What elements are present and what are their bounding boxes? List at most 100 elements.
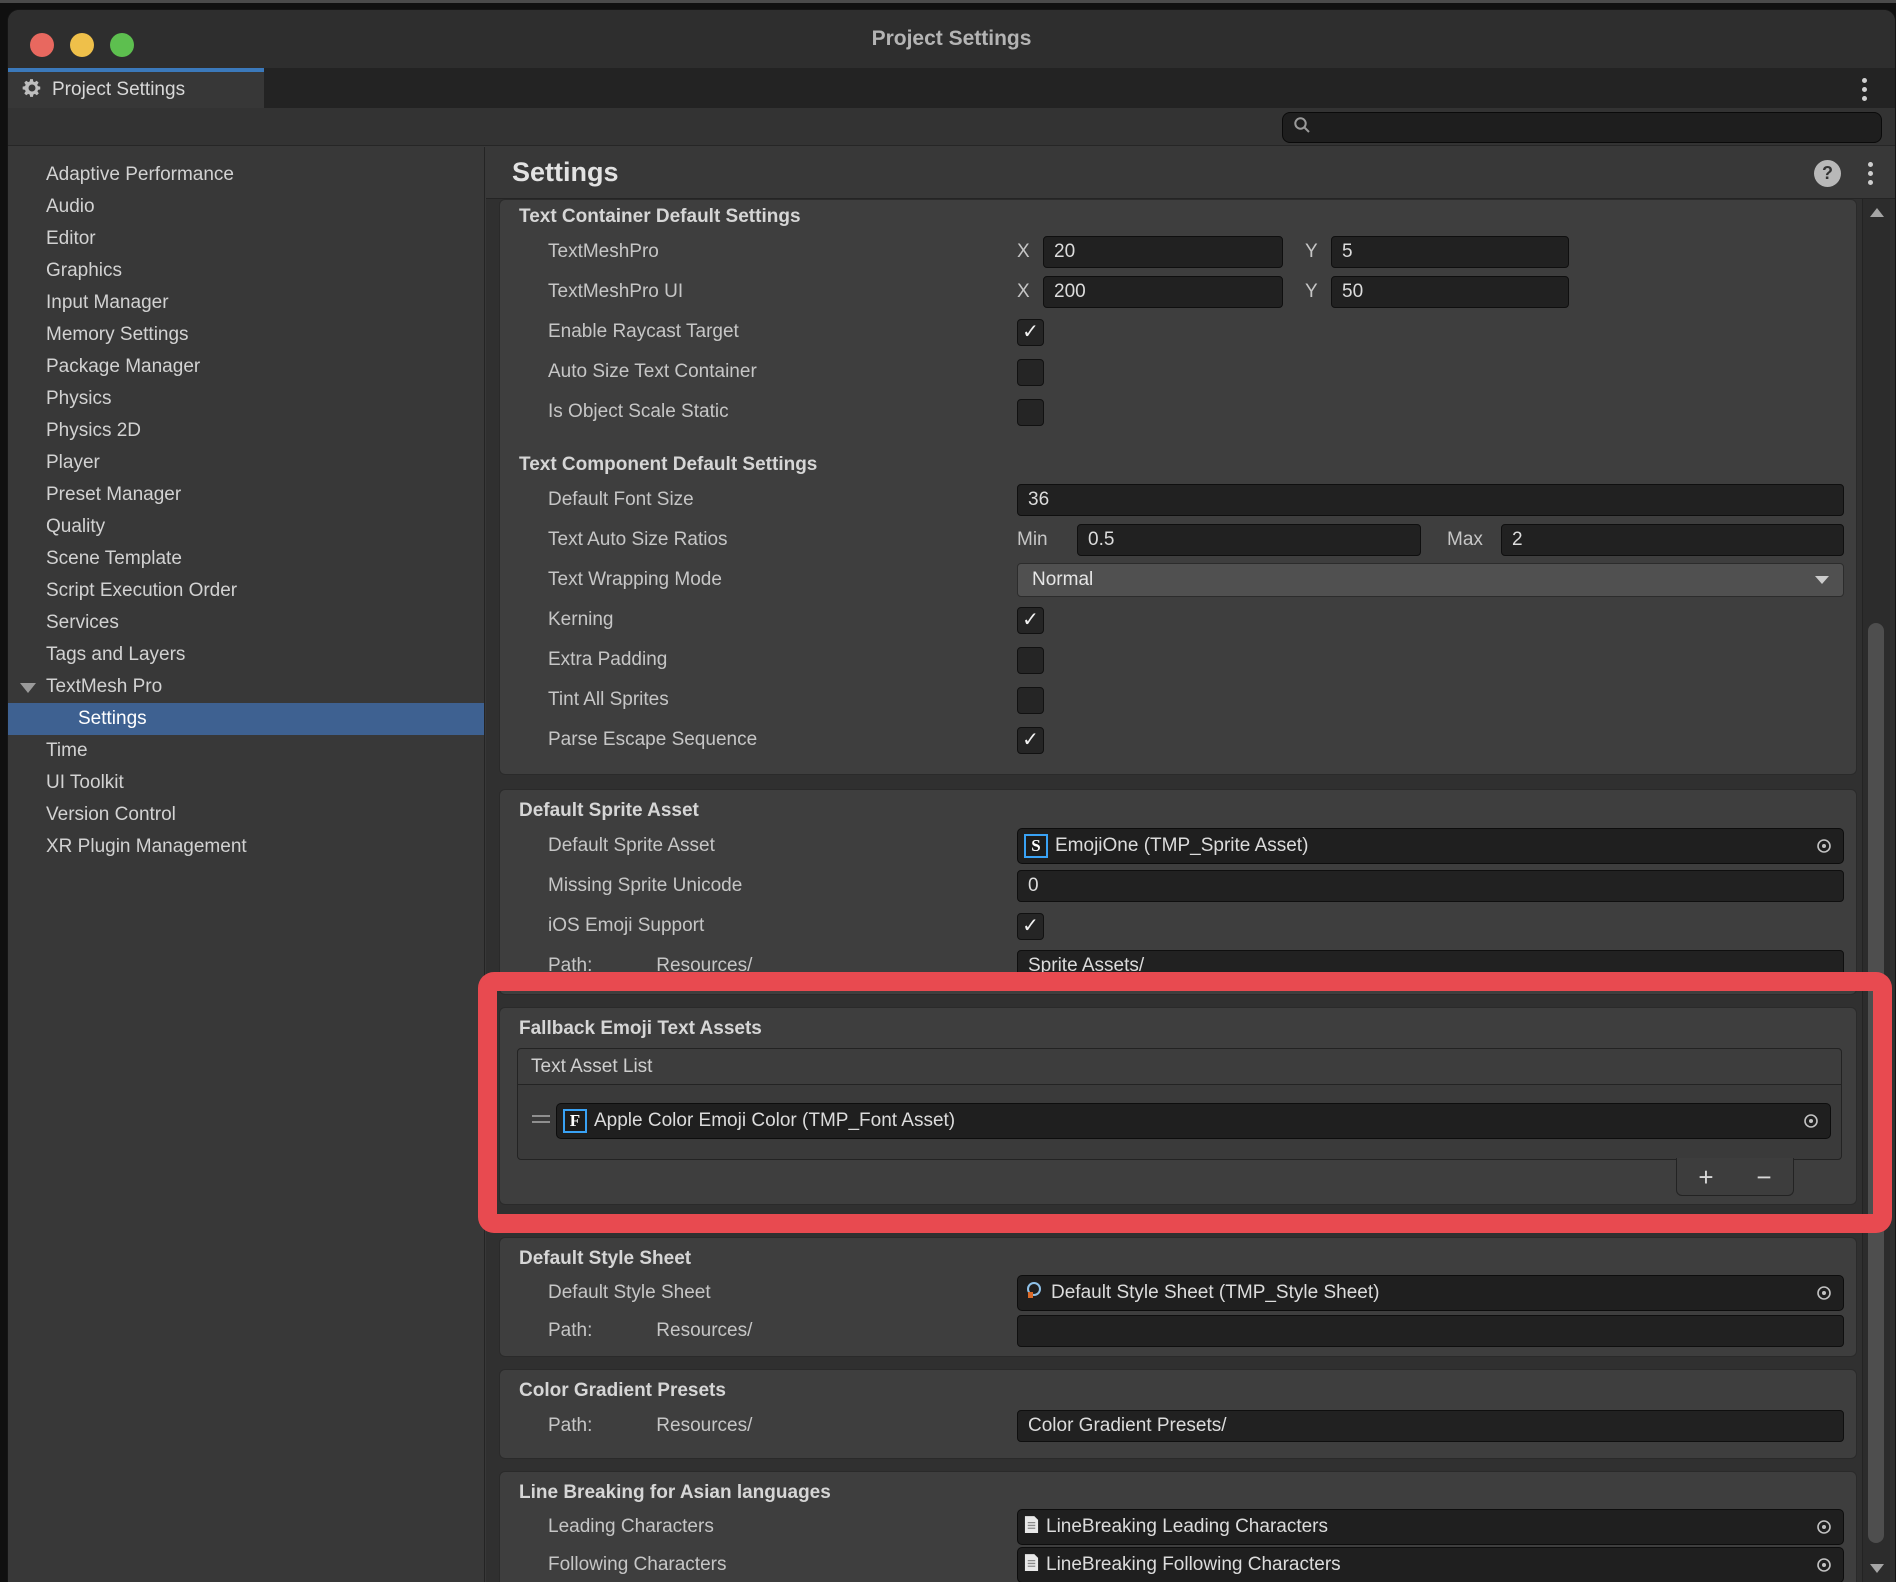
leading-characters-object-field[interactable]: LineBreaking Leading Characters xyxy=(1017,1509,1844,1545)
sprite-path-input[interactable]: Sprite Assets/ xyxy=(1017,950,1844,982)
sidebar-item-services[interactable]: Services xyxy=(8,607,484,639)
field-label: Path: Resources/ xyxy=(548,1415,1017,1437)
path-prefix: Resources/ xyxy=(656,1320,752,1341)
section-title-default-sprite-asset: Default Sprite Asset xyxy=(500,796,1856,826)
remove-item-button[interactable]: − xyxy=(1742,1160,1786,1194)
default-font-size-input[interactable]: 36 xyxy=(1017,484,1844,516)
sidebar-item-textmesh-pro[interactable]: TextMesh Pro xyxy=(8,671,484,703)
object-field-value: LineBreaking Leading Characters xyxy=(1046,1516,1328,1538)
field-label: Kerning xyxy=(548,609,1017,631)
field-label: Leading Characters xyxy=(548,1516,1017,1538)
search-icon xyxy=(1292,115,1312,140)
scrollbar-thumb[interactable] xyxy=(1868,623,1884,1543)
sidebar-item-script-execution-order[interactable]: Script Execution Order xyxy=(8,575,484,607)
section-title-color-gradient-presets: Color Gradient Presets xyxy=(500,1376,1856,1406)
missing-sprite-unicode-input[interactable]: 0 xyxy=(1017,870,1844,902)
extra-padding-checkbox[interactable] xyxy=(1017,647,1044,674)
sidebar-item-memory-settings[interactable]: Memory Settings xyxy=(8,319,484,351)
sidebar-item-preset-manager[interactable]: Preset Manager xyxy=(8,479,484,511)
path-prefix: Resources/ xyxy=(656,955,752,976)
following-characters-object-field[interactable]: LineBreaking Following Characters xyxy=(1017,1547,1844,1582)
search-field[interactable] xyxy=(1282,112,1882,143)
object-picker-icon[interactable] xyxy=(1815,1556,1833,1574)
sidebar-item-quality[interactable]: Quality xyxy=(8,511,484,543)
sidebar-item-settings-selected[interactable]: Settings xyxy=(8,703,484,735)
sidebar-item-audio[interactable]: Audio xyxy=(8,191,484,223)
object-picker-icon[interactable] xyxy=(1802,1112,1820,1130)
settings-category-list: Adaptive Performance Audio Editor Graphi… xyxy=(8,147,485,1582)
object-field-value: Apple Color Emoji Color (TMP_Font Asset) xyxy=(594,1110,955,1132)
minimize-window-button[interactable] xyxy=(70,33,94,57)
field-label: Text Auto Size Ratios xyxy=(548,529,1017,551)
sidebar-item-tags-and-layers[interactable]: Tags and Layers xyxy=(8,639,484,671)
textmeshpro-ui-y-input[interactable]: 50 xyxy=(1331,276,1569,308)
sidebar-item-player[interactable]: Player xyxy=(8,447,484,479)
sidebar-item-xr-plugin-management[interactable]: XR Plugin Management xyxy=(8,831,484,863)
auto-size-checkbox[interactable] xyxy=(1017,359,1044,386)
sidebar-item-physics[interactable]: Physics xyxy=(8,383,484,415)
scroll-down-arrow-icon[interactable] xyxy=(1870,1564,1884,1573)
sidebar-item-graphics[interactable]: Graphics xyxy=(8,255,484,287)
object-field-value: Default Style Sheet (TMP_Style Sheet) xyxy=(1051,1282,1379,1304)
text-asset-list: Text Asset List F Apple Color Emoji Colo… xyxy=(517,1048,1842,1160)
textmeshpro-y-input[interactable]: 5 xyxy=(1331,236,1569,268)
zoom-window-button[interactable] xyxy=(110,33,134,57)
row-default-font-size: Default Font Size 36 xyxy=(500,480,1856,520)
style-sheet-path-input[interactable] xyxy=(1017,1315,1844,1347)
add-item-button[interactable]: + xyxy=(1684,1160,1728,1194)
panel-line-breaking: Line Breaking for Asian languages Leadin… xyxy=(499,1471,1857,1582)
sidebar-item-time[interactable]: Time xyxy=(8,735,484,767)
sidebar-item-editor[interactable]: Editor xyxy=(8,223,484,255)
title-bar[interactable]: Project Settings xyxy=(8,10,1895,68)
field-label: TextMeshPro UI xyxy=(548,281,1017,303)
panel-text-defaults: Text Container Default Settings TextMesh… xyxy=(499,199,1857,775)
sidebar-item-scene-template[interactable]: Scene Template xyxy=(8,543,484,575)
tint-all-sprites-checkbox[interactable] xyxy=(1017,687,1044,714)
section-title-text-container: Text Container Default Settings xyxy=(500,202,1856,232)
object-scale-static-checkbox[interactable] xyxy=(1017,399,1044,426)
row-parse-escape-sequence: Parse Escape Sequence ✓ xyxy=(500,720,1856,760)
gradient-path-input[interactable]: Color Gradient Presets/ xyxy=(1017,1410,1844,1442)
textmeshpro-x-input[interactable]: 20 xyxy=(1043,236,1283,268)
enable-raycast-checkbox[interactable]: ✓ xyxy=(1017,319,1044,346)
default-sprite-asset-object-field[interactable]: S EmojiOne (TMP_Sprite Asset) xyxy=(1017,828,1844,864)
sidebar-item-package-manager[interactable]: Package Manager xyxy=(8,351,484,383)
foldout-open-icon[interactable] xyxy=(20,683,36,693)
kerning-checkbox[interactable]: ✓ xyxy=(1017,607,1044,634)
sidebar-item-version-control[interactable]: Version Control xyxy=(8,799,484,831)
parse-escape-checkbox[interactable]: ✓ xyxy=(1017,727,1044,754)
ios-emoji-checkbox[interactable]: ✓ xyxy=(1017,913,1044,940)
field-label: Default Sprite Asset xyxy=(548,835,1017,857)
sprite-asset-icon: S xyxy=(1024,834,1048,858)
field-label: TextMeshPro xyxy=(548,241,1017,263)
field-label: Parse Escape Sequence xyxy=(548,729,1017,751)
default-style-sheet-object-field[interactable]: Default Style Sheet (TMP_Style Sheet) xyxy=(1017,1275,1844,1311)
path-prefix: Resources/ xyxy=(656,1415,752,1436)
auto-size-max-input[interactable]: 2 xyxy=(1501,524,1844,556)
help-icon[interactable]: ? xyxy=(1814,160,1841,187)
object-picker-icon[interactable] xyxy=(1815,1518,1833,1536)
text-asset-list-header[interactable]: Text Asset List xyxy=(518,1049,1841,1085)
style-sheet-asset-icon xyxy=(1024,1280,1044,1306)
text-wrapping-mode-dropdown[interactable]: Normal xyxy=(1017,563,1844,597)
min-label: Min xyxy=(1017,529,1077,551)
fallback-font-asset-object-field[interactable]: F Apple Color Emoji Color (TMP_Font Asse… xyxy=(556,1103,1831,1139)
sidebar-item-adaptive-performance[interactable]: Adaptive Performance xyxy=(8,159,484,191)
auto-size-min-input[interactable]: 0.5 xyxy=(1077,524,1421,556)
close-window-button[interactable] xyxy=(30,33,54,57)
sidebar-item-ui-toolkit[interactable]: UI Toolkit xyxy=(8,767,484,799)
search-input[interactable] xyxy=(1312,118,1881,138)
textmeshpro-ui-x-input[interactable]: 200 xyxy=(1043,276,1283,308)
row-sprite-path: Path: Resources/ Sprite Assets/ xyxy=(500,946,1856,986)
row-text-auto-size-ratios: Text Auto Size Ratios Min 0.5 Max 2 xyxy=(500,520,1856,560)
object-picker-icon[interactable] xyxy=(1815,1284,1833,1302)
vertical-scrollbar[interactable] xyxy=(1862,199,1890,1582)
sidebar-item-physics-2d[interactable]: Physics 2D xyxy=(8,415,484,447)
tab-project-settings[interactable]: Project Settings xyxy=(8,68,264,108)
scroll-up-arrow-icon[interactable] xyxy=(1870,208,1884,217)
tab-menu-icon[interactable] xyxy=(1862,78,1867,83)
text-asset-doc-icon xyxy=(1024,1553,1039,1578)
sidebar-item-input-manager[interactable]: Input Manager xyxy=(8,287,484,319)
pane-menu-icon[interactable] xyxy=(1868,162,1873,167)
object-picker-icon[interactable] xyxy=(1815,837,1833,855)
